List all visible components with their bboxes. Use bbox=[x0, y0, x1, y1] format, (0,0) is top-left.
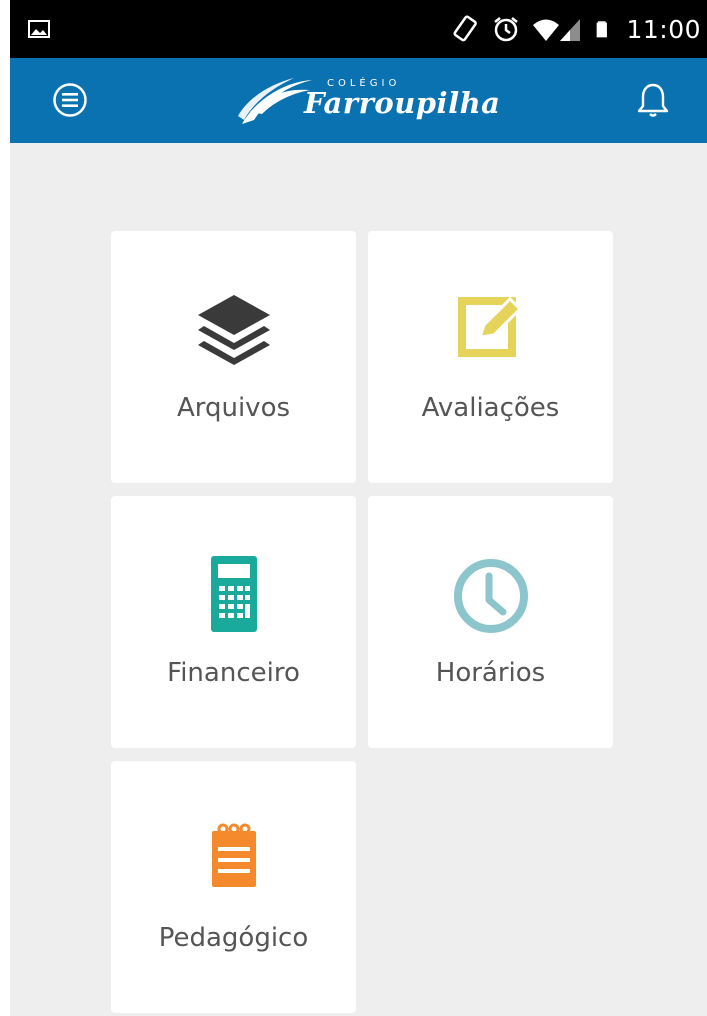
school-logo: COLÉGIO Farroupilha bbox=[232, 72, 502, 132]
tile-pedagogico[interactable]: Pedagógico bbox=[111, 761, 356, 1013]
status-icons: 11:00 bbox=[452, 12, 701, 46]
tile-horarios[interactable]: Horários bbox=[368, 496, 613, 748]
logo-swoosh-icon bbox=[238, 78, 312, 124]
tile-financeiro[interactable]: Financeiro bbox=[111, 496, 356, 748]
tile-label: Horários bbox=[435, 658, 546, 688]
calculator-icon bbox=[210, 556, 257, 632]
clock-icon bbox=[453, 559, 528, 633]
image-notification-icon bbox=[28, 20, 50, 38]
app-bar: COLÉGIO Farroupilha bbox=[10, 58, 707, 143]
menu-icon[interactable] bbox=[52, 82, 88, 118]
status-bar: 11:00 bbox=[10, 0, 707, 58]
tile-arquivos[interactable]: Arquivos bbox=[111, 231, 356, 483]
status-time: 11:00 bbox=[626, 14, 701, 44]
tile-label: Financeiro bbox=[167, 658, 300, 688]
app-screen: 11:00 COLÉGIO Farroupilha Arquivos Avali… bbox=[10, 0, 707, 1016]
rotate-icon bbox=[453, 15, 478, 42]
signal-icon bbox=[560, 19, 581, 41]
battery-icon bbox=[597, 21, 608, 38]
layers-icon bbox=[197, 295, 270, 365]
edit-icon bbox=[457, 296, 522, 357]
alarm-icon bbox=[494, 17, 519, 42]
tile-label: Avaliações bbox=[421, 393, 560, 423]
logo-name: Farroupilha bbox=[304, 86, 501, 120]
tile-label: Pedagógico bbox=[158, 923, 309, 953]
notepad-icon bbox=[211, 823, 256, 887]
notifications-bell-icon[interactable] bbox=[636, 81, 670, 119]
tile-label: Arquivos bbox=[176, 393, 291, 423]
tile-avaliacoes[interactable]: Avaliações bbox=[368, 231, 613, 483]
